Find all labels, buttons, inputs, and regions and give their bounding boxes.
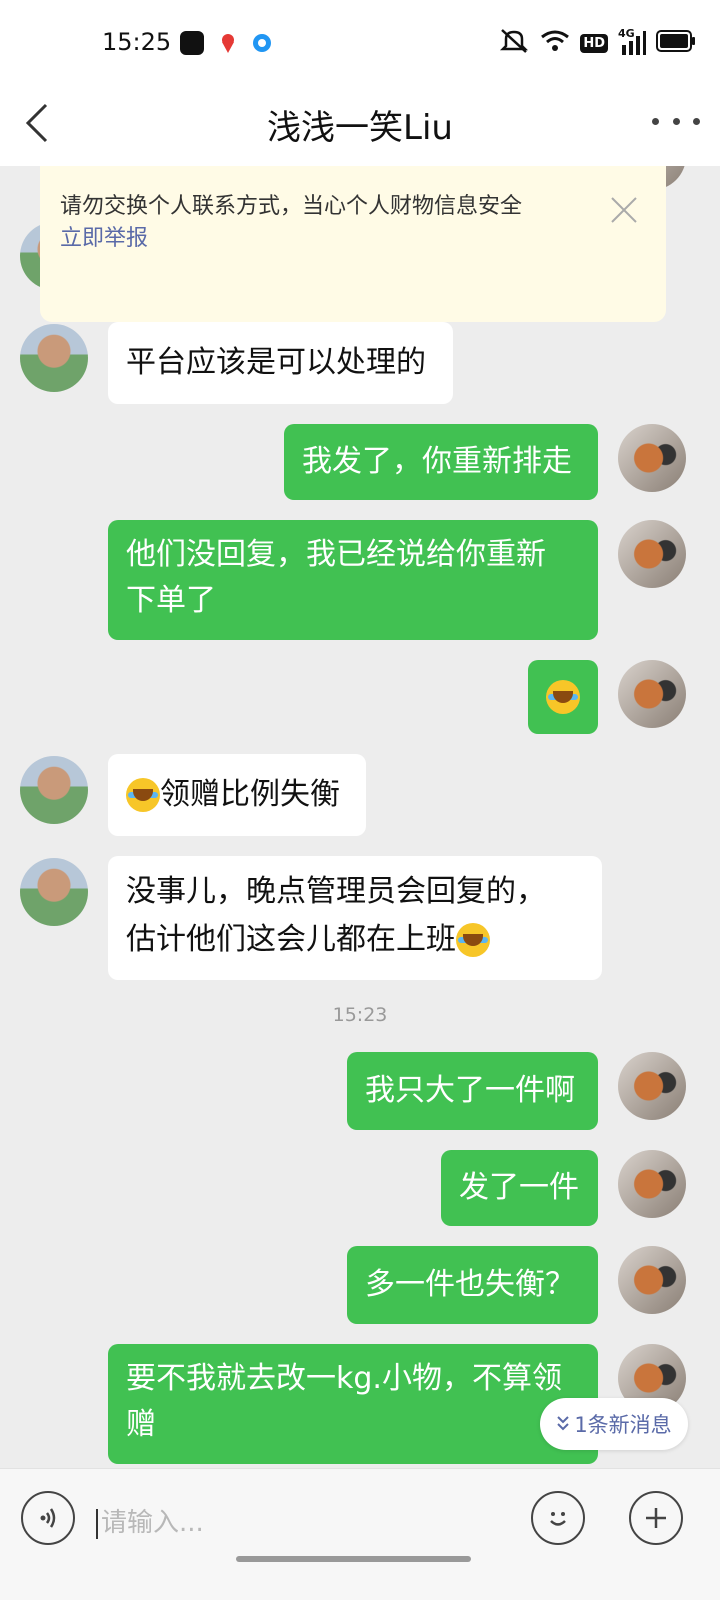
message-timestamp: 15:23: [332, 1004, 388, 1026]
message-bubble[interactable]: 领赠比例失衡: [108, 754, 366, 836]
message-text: 平台应该是可以处理的: [126, 345, 426, 380]
plus-icon: [646, 1508, 666, 1528]
message-bubble[interactable]: 他们没回复，我已经说给你重新 下单了: [108, 520, 598, 640]
text-caret: [96, 1508, 98, 1539]
message-text: 领赠比例失衡: [160, 777, 340, 812]
new-message-label: 1条新消息: [574, 1413, 672, 1437]
banner-close-button[interactable]: [610, 196, 638, 224]
my-avatar[interactable]: [618, 660, 686, 728]
report-link[interactable]: 立即举报: [60, 220, 148, 252]
message-text-line: 要不我就去改一kg.小物，不算领: [126, 1361, 562, 1396]
cry-laugh-emoji-icon: [126, 778, 160, 812]
smiley-icon: [550, 1512, 566, 1526]
close-icon: [611, 197, 637, 223]
message-bubble[interactable]: 我只大了一件啊: [347, 1052, 598, 1130]
hd-icon: HD: [580, 33, 608, 53]
blue-app-icon: [250, 31, 274, 55]
contact-avatar[interactable]: [20, 756, 88, 824]
message-text: 多一件也失衡？: [365, 1267, 575, 1302]
warning-text: 请勿交换个人联系方式，当心个人财物信息安全: [60, 194, 523, 219]
message-text: 我发了，你重新排走: [302, 444, 572, 479]
cellular-signal-icon: 4G: [618, 27, 646, 55]
my-avatar[interactable]: [618, 520, 686, 588]
safety-warning-banner: 请勿交换个人联系方式，当心个人财物信息安全 立即举报: [40, 166, 666, 322]
voice-wave-icon: [40, 1508, 56, 1528]
message-text-line: 赠: [126, 1407, 156, 1442]
cry-laugh-emoji-icon: [456, 923, 490, 957]
message-text-row: 估计他们这会儿都在上班: [126, 916, 490, 964]
chat-message-list[interactable]: 平台应该是可以处理的 我发了，你重新排走 他们没回复，我已经说给你重新 下单了 …: [0, 166, 720, 1500]
wifi-icon: [540, 29, 570, 57]
my-avatar[interactable]: [618, 1150, 686, 1218]
status-time: 15:25: [102, 28, 172, 56]
mute-icon: [498, 28, 530, 58]
contact-avatar[interactable]: [20, 324, 88, 392]
more-dots-icon: [652, 117, 659, 125]
message-text-line: 没事儿，晚点管理员会回复的，: [126, 874, 546, 909]
message-bubble[interactable]: 要不我就去改一kg.小物，不算领 赠: [108, 1344, 598, 1464]
battery-icon: [656, 30, 696, 56]
message-text-line: 他们没回复，我已经说给你重新: [126, 537, 546, 572]
message-bubble[interactable]: 多一件也失衡？: [347, 1246, 598, 1324]
chat-header: 浅浅一笑Liu: [0, 84, 720, 166]
message-text: 发了一件: [459, 1170, 579, 1205]
contact-avatar[interactable]: [20, 858, 88, 926]
chat-title: 浅浅一笑Liu: [267, 108, 453, 148]
new-message-indicator[interactable]: 1条新消息: [540, 1398, 688, 1450]
emoji-button[interactable]: [531, 1491, 585, 1545]
my-avatar[interactable]: [618, 1246, 686, 1314]
message-text: 我只大了一件啊: [365, 1073, 575, 1108]
message-input-bar: 请输入...: [0, 1468, 720, 1600]
message-text-line: 下单了: [126, 583, 216, 618]
message-text-line: 估计他们这会儿都在上班: [126, 922, 456, 957]
my-avatar[interactable]: [618, 424, 686, 492]
double-chevron-down-icon: [557, 1416, 570, 1431]
cry-laugh-emoji-icon: [546, 680, 580, 714]
home-indicator[interactable]: [236, 1556, 471, 1562]
status-bar: 15:25 HD 4G: [0, 0, 720, 84]
message-bubble[interactable]: [528, 660, 598, 734]
more-options-button[interactable]: [652, 106, 700, 136]
message-bubble[interactable]: 我发了，你重新排走: [284, 424, 598, 500]
message-bubble[interactable]: 平台应该是可以处理的: [108, 322, 453, 404]
message-bubble[interactable]: 没事儿，晚点管理员会回复的， 估计他们这会儿都在上班: [108, 856, 602, 980]
map-pin-app-icon: [216, 31, 240, 55]
voice-button[interactable]: [21, 1491, 75, 1545]
message-bubble[interactable]: 发了一件: [441, 1150, 598, 1226]
my-avatar[interactable]: [618, 1052, 686, 1120]
add-attachment-button[interactable]: [629, 1491, 683, 1545]
message-input[interactable]: 请输入...: [96, 1501, 496, 1545]
input-placeholder: 请输入...: [101, 1508, 204, 1538]
tiktok-app-icon: [180, 31, 204, 55]
